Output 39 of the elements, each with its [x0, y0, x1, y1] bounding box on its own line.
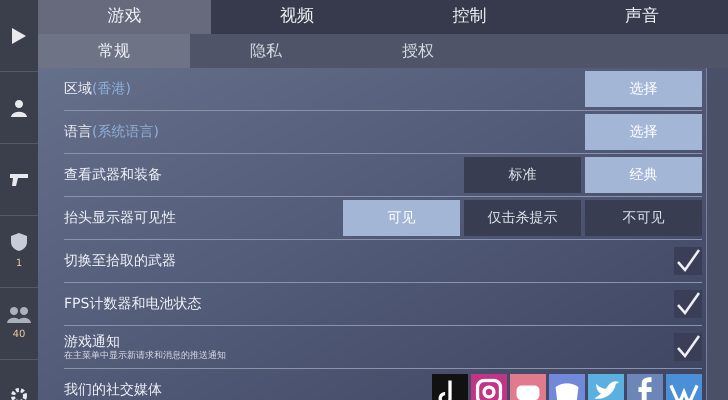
setting-label: 游戏通知	[64, 332, 121, 350]
discord-icon[interactable]	[549, 374, 585, 400]
tab[interactable]: 控制	[383, 0, 556, 34]
count-label: 40	[12, 328, 26, 342]
setting-label: FPS计数器和电池状态	[64, 295, 202, 313]
setting-label: 抬头显示器可见性	[64, 209, 177, 227]
youtube-icon[interactable]	[510, 374, 546, 400]
play-icon	[11, 26, 27, 44]
subtab[interactable]: 授权	[342, 34, 494, 68]
tiktok-icon[interactable]	[432, 374, 468, 400]
setting-label: 我们的社交媒体	[64, 381, 163, 399]
tab[interactable]: 声音	[556, 0, 728, 34]
setting-label: 切换至拾取的武器	[64, 252, 177, 270]
setting-note: 在主菜单中显示新请求和消息的推送通知	[64, 350, 227, 362]
setting-label: 语言(系统语言)	[64, 123, 160, 141]
setting-label: 区域(香港)	[64, 80, 132, 98]
count-label: 1	[16, 257, 22, 271]
person-icon	[10, 98, 28, 116]
shield-icon	[9, 232, 29, 252]
checkbox[interactable]	[674, 333, 702, 361]
checkbox[interactable]	[674, 290, 702, 318]
sidebar-item[interactable]: 40	[0, 288, 38, 360]
vk-icon[interactable]	[666, 374, 702, 400]
instagram-icon[interactable]	[471, 374, 507, 400]
option-button[interactable]: 标准	[464, 157, 581, 193]
group-icon	[7, 305, 31, 323]
subtab[interactable]: 常规	[38, 34, 190, 68]
pistol-icon	[9, 172, 29, 186]
checkbox[interactable]	[674, 247, 702, 275]
option-button[interactable]: 不可见	[585, 200, 702, 236]
tab[interactable]: 视频	[210, 0, 383, 34]
subtab[interactable]: 隐私	[190, 34, 342, 68]
option-button[interactable]: 仅击杀提示	[464, 200, 581, 236]
setting-label: 查看武器和装备	[64, 166, 163, 184]
facebook-icon[interactable]	[627, 374, 663, 400]
sidebar-item[interactable]: 1	[0, 216, 38, 288]
tab[interactable]: 游戏	[38, 0, 210, 34]
scrollbar[interactable]	[706, 68, 728, 400]
settings-icon	[10, 386, 28, 400]
